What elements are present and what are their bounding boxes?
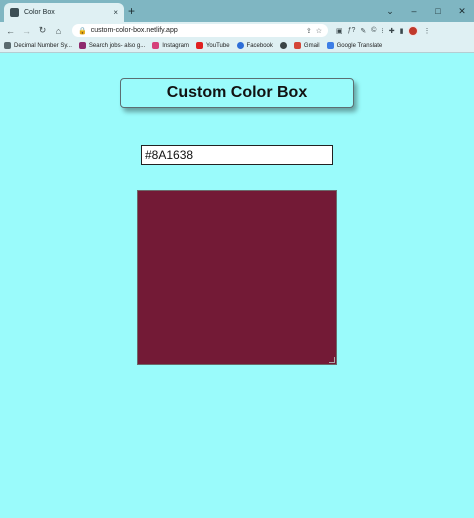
address-bar[interactable]: 🔒 custom-color-box.netlify.app ⇪ ☆ [72,24,328,37]
home-icon[interactable]: ⌂ [52,26,65,36]
lock-icon[interactable]: 🔒 [78,27,87,35]
extension-dots-icon[interactable]: ⁝ [381,27,383,35]
side-panel-icon[interactable]: ▮ [400,27,404,35]
window-controls: ⌄ – □ ✕ [378,0,474,22]
bookmark-label: Facebook [246,42,273,49]
bookmark-item[interactable]: Facebook [236,42,273,49]
tab-title: Color Box [24,9,55,16]
bookmark-item[interactable]: Search jobs- also g... [78,42,146,49]
new-tab-button[interactable]: + [128,4,135,18]
extension-picker-icon[interactable]: ✎ [360,27,366,35]
extensions-puzzle-icon[interactable]: ✚ [389,27,395,35]
bookmark-label: Decimal Number Sy... [14,42,72,49]
profile-avatar[interactable] [408,25,419,36]
globe-icon [279,42,287,49]
bookmark-item[interactable]: Decimal Number Sy... [4,42,72,49]
maximize-button[interactable]: □ [426,6,450,16]
extension-function-icon[interactable]: ƒ? [348,27,356,34]
forward-icon[interactable]: → [20,26,33,36]
tab-search-icon[interactable]: ⌄ [378,6,402,17]
extension-screenshot-icon[interactable]: ▣ [336,27,343,35]
bookmark-label: Search jobs- also g... [88,42,146,49]
bookmarks-bar: Decimal Number Sy... Search jobs- also g… [0,39,474,53]
extensions-area: ▣ ƒ? ✎ © ⁝ ✚ ▮ ⋮ [336,25,430,36]
color-box[interactable] [137,190,337,365]
jobs-icon [78,42,86,49]
bookmark-item[interactable]: Instagram [152,42,189,49]
browser-toolbar: ← → ↻ ⌂ 🔒 custom-color-box.netlify.app ⇪… [0,22,474,39]
bookmark-item[interactable]: Gmail [293,42,320,49]
page-title-box: Custom Color Box [120,78,354,108]
instagram-icon [152,42,160,49]
bookmark-label: Gmail [303,42,320,49]
bookmark-label: Instagram [162,42,189,49]
gmail-icon [293,42,301,49]
translate-icon [326,42,334,49]
facebook-icon [236,42,244,49]
color-code-input[interactable] [141,145,333,165]
url-text[interactable]: custom-color-box.netlify.app [91,27,302,34]
browser-tab[interactable]: Color Box × [4,3,124,22]
back-icon[interactable]: ← [4,26,17,36]
bookmark-label: YouTube [205,42,230,49]
resize-grip-icon[interactable] [329,357,335,363]
minimize-button[interactable]: – [402,6,426,16]
extension-c-icon[interactable]: © [371,27,376,34]
bookmark-label: Google Translate [336,42,383,49]
share-icon[interactable]: ⇪ [306,27,312,35]
menu-kebab-icon[interactable]: ⋮ [423,27,430,35]
bookmark-item[interactable] [279,42,287,49]
close-window-button[interactable]: ✕ [450,6,474,17]
tab-close-icon[interactable]: × [113,8,118,17]
tab-favicon-icon [10,8,19,17]
bookmark-item[interactable]: YouTube [195,42,230,49]
page-title: Custom Color Box [166,84,308,101]
bookmark-item[interactable]: Google Translate [326,42,383,49]
youtube-icon [195,42,203,49]
tab-strip: Color Box × + ⌄ – □ ✕ [0,0,474,22]
reload-icon[interactable]: ↻ [36,25,49,36]
bookmark-star-icon[interactable]: ☆ [316,27,322,35]
apps-icon [4,42,11,49]
